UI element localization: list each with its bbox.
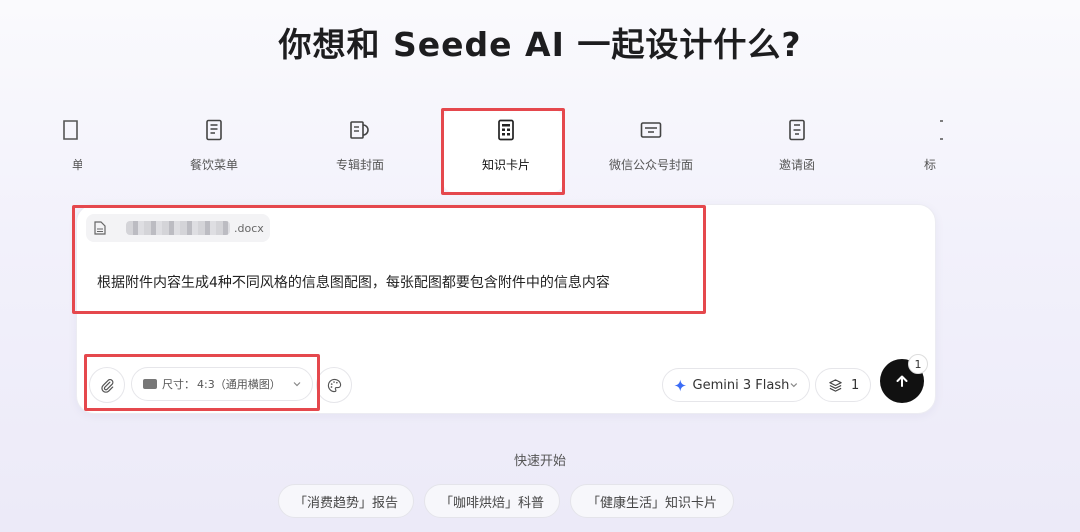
- category-item-wechat-cover[interactable]: 微信公众号封面: [591, 118, 711, 198]
- model-selector[interactable]: Gemini 3 Flash: [662, 368, 810, 402]
- category-label: 单: [71, 158, 82, 172]
- document-icon: [94, 221, 106, 235]
- attachment-chip[interactable]: .docx: [86, 214, 270, 242]
- size-value: 4:3（通用横图）: [197, 378, 281, 391]
- category-item-partial-right[interactable]: 标: [923, 118, 943, 188]
- category-item-knowledge-card[interactable]: 知识卡片: [446, 118, 566, 198]
- attachment-filename-blurred: [126, 221, 230, 235]
- chevron-down-icon: [790, 383, 798, 388]
- category-item-album-cover[interactable]: 专辑封面: [300, 118, 420, 198]
- chevron-down-icon: [293, 382, 301, 387]
- category-label: 专辑封面: [335, 158, 384, 172]
- sparkle-icon: [674, 379, 687, 391]
- category-label: 标: [924, 158, 937, 172]
- send-count-badge: 1: [908, 354, 928, 374]
- invitation-icon: [789, 119, 805, 141]
- partial-doc-icon: [63, 120, 78, 140]
- category-item-invitation[interactable]: 邀请函: [737, 118, 857, 198]
- album-cover-icon: [350, 121, 369, 139]
- attach-button[interactable]: [89, 367, 125, 403]
- output-count: 1: [851, 377, 860, 393]
- category-label: 邀请函: [778, 158, 815, 172]
- partial-doc-icon: [940, 120, 943, 140]
- category-label: 餐饮菜单: [189, 158, 238, 172]
- output-count-selector[interactable]: 1: [815, 368, 871, 402]
- knowledge-card-icon: [498, 119, 514, 141]
- category-label: 知识卡片: [481, 158, 530, 172]
- size-selector[interactable]: 尺寸： 4:3（通用横图）: [131, 367, 313, 401]
- page-title: 你想和 Seede AI 一起设计什么?: [278, 25, 802, 64]
- arrow-up-icon: [896, 375, 908, 387]
- attachment-extension: .docx: [234, 221, 264, 235]
- paperclip-icon: [100, 378, 113, 393]
- quick-start-chip[interactable]: 「消费趋势」报告: [278, 484, 414, 518]
- category-item-partial-left[interactable]: 单: [60, 118, 82, 188]
- aspect-ratio-icon: [143, 379, 157, 389]
- palette-icon: [327, 378, 341, 392]
- wechat-cover-icon: [640, 122, 662, 138]
- quick-start-title: 快速开始: [513, 454, 566, 469]
- size-label: 尺寸：: [162, 378, 195, 391]
- category-item-menu[interactable]: 餐饮菜单: [154, 118, 274, 198]
- quick-start-chip[interactable]: 「健康生活」知识卡片: [570, 484, 734, 518]
- category-label: 微信公众号封面: [608, 158, 693, 172]
- layers-icon: [829, 378, 842, 392]
- menu-icon: [206, 119, 222, 141]
- style-palette-button[interactable]: [316, 367, 352, 403]
- model-name: Gemini 3 Flash: [692, 377, 790, 393]
- prompt-input[interactable]: 根据附件内容生成4种不同风格的信息图配图，每张配图都要包含附件中的信息内容: [97, 272, 610, 292]
- quick-start-chip[interactable]: 「咖啡烘焙」科普: [424, 484, 560, 518]
